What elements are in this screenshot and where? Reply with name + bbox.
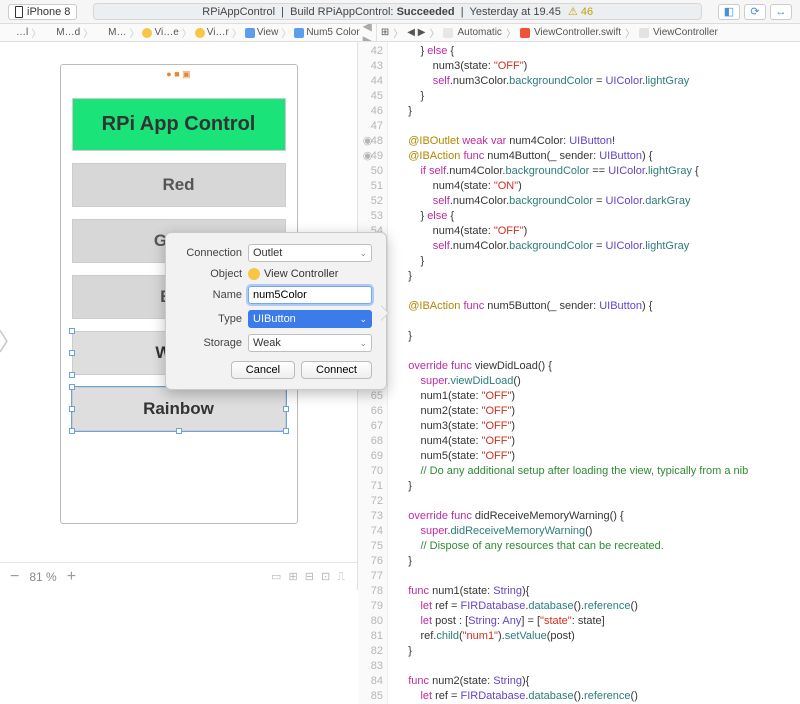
connect-button[interactable]: Connect [301,361,372,379]
toolbar-right: ◧ ⟳ ↔ [718,4,792,20]
swift-icon [520,28,530,38]
interface-builder-pane: 〉 ● ■ ▣ RPi App Control Red Green Blue W… [0,42,358,590]
connection-select[interactable]: Outlet⌄ [248,244,372,262]
ib-breadcrumb[interactable]: …l〉M…d〉M…〉Vi…e〉Vi…r〉View〉Num5 Color◀ ▶ [0,24,377,41]
zoom-in-button[interactable]: + [67,568,76,586]
connection-popover: ConnectionOutlet⌄ ObjectView Controller … [165,232,387,390]
zoom-bar: − 81 % + ▭ ⊞ ⊟ ⊡ ⎍ [0,562,357,590]
zoom-out-button[interactable]: − [10,568,19,586]
bc-item[interactable]: Vi…e [140,27,180,38]
canvas-options[interactable]: ▭ ⊞ ⊟ ⊡ ⎍ [271,570,347,584]
version-icon[interactable]: ⟳ [744,4,766,20]
bc-item[interactable]: Num5 Color [292,27,361,38]
counterparts-icon [443,28,453,38]
bc-item[interactable]: Vi…r [193,27,231,38]
scene-icons[interactable]: ● ■ ▣ [65,69,293,80]
type-select[interactable]: UIButton⌄ [248,310,372,328]
source-editor[interactable]: 42 43 44 45 46 47 ◉48 ◉49 50 51 52 53 54… [358,42,800,590]
bc-item[interactable]: View [243,27,281,38]
bc-item[interactable]: M…d [42,27,82,38]
panels-icon[interactable]: ↔ [770,4,792,20]
cancel-button[interactable]: Cancel [231,361,295,379]
jump-bar: …l〉M…d〉M…〉Vi…e〉Vi…r〉View〉Num5 Color◀ ▶ ⊞… [0,24,800,42]
phone-icon [15,6,23,18]
button-rainbow[interactable]: Rainbow [72,387,286,431]
zoom-level[interactable]: 81 % [29,570,56,584]
warning-badge[interactable]: ⚠ 46 [568,6,593,18]
device-label: iPhone 8 [27,6,70,18]
build-status: RPiAppControl | Build RPiAppControl: Suc… [93,3,702,20]
code-text[interactable]: } else { num3(state: "OFF") self.num3Col… [388,42,800,704]
viewcontroller-icon [248,268,260,280]
assistant-icon[interactable]: ◧ [718,4,740,20]
bc-item[interactable]: …l [2,27,30,38]
storage-select[interactable]: Weak⌄ [248,334,372,352]
bc-item[interactable]: M… [94,27,128,38]
app-title-label[interactable]: RPi App Control [72,98,286,151]
button-red[interactable]: Red [72,163,286,207]
editor-breadcrumb[interactable]: ⊞〉 ◀ ▶〉 Automatic〉 ViewController.swift〉… [377,24,800,41]
xcode-toolbar: iPhone 8 RPiAppControl | Build RPiAppCon… [0,0,800,24]
object-field: View Controller [248,268,372,280]
grid-icon[interactable]: ⊞ [381,27,389,38]
nav-arrows[interactable]: ◀ ▶ [363,24,372,42]
name-input[interactable] [248,286,372,304]
device-selector[interactable]: iPhone 8 [8,4,77,20]
class-icon [639,28,649,38]
